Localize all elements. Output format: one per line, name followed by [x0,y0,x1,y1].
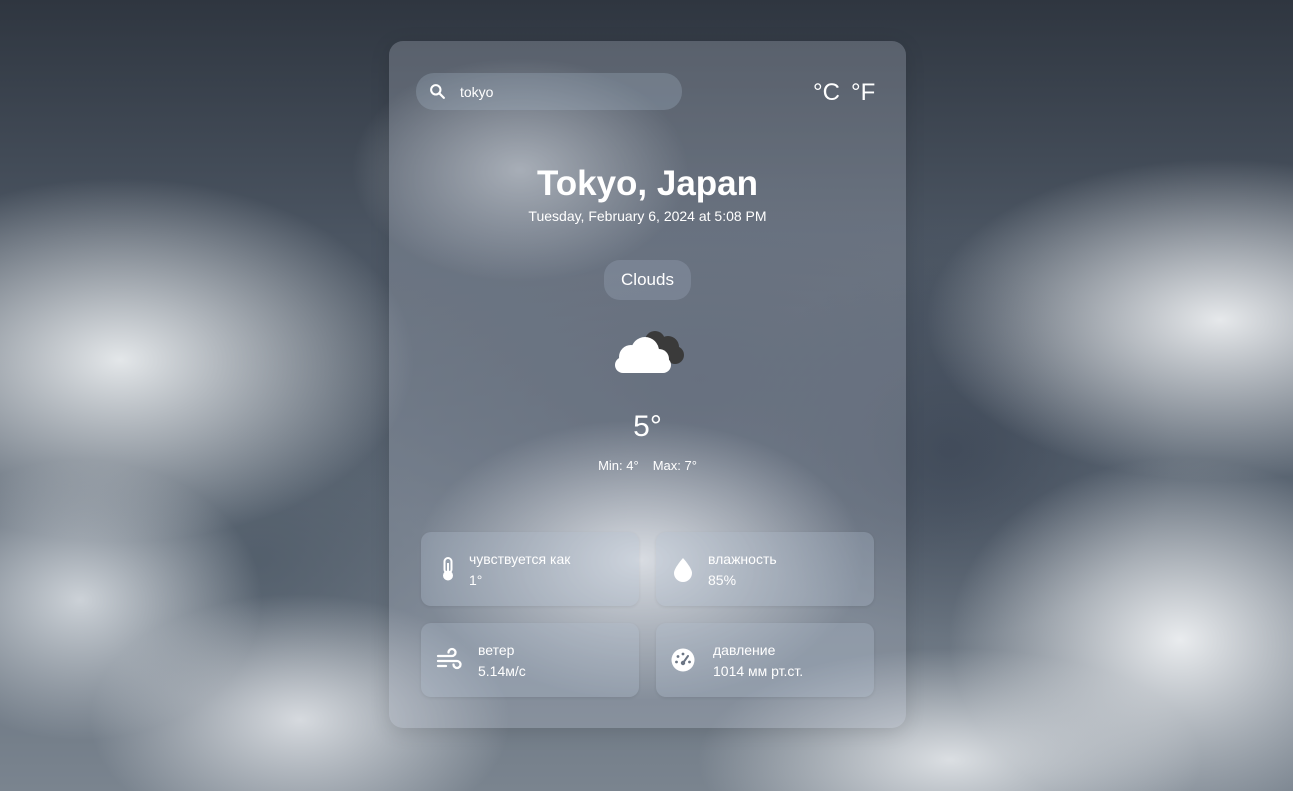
stat-value: 85% [708,572,737,588]
fahrenheit-toggle[interactable]: °F [851,79,875,107]
max-temperature: Max: 7° [652,458,697,473]
stat-label: давление [713,642,776,658]
current-temperature: 5° [633,410,662,443]
stat-humidity: влажность 85% [656,532,874,606]
search-input[interactable] [460,73,670,110]
cloud-icon [615,331,684,373]
min-max-temperature: Min: 4° Max: 7° [389,458,906,473]
droplet-icon [674,558,692,582]
min-temperature: Min: 4° [598,458,639,473]
stat-value: 1° [469,572,483,588]
stat-wind: ветер 5.14м/с [421,623,639,697]
gauge-icon [671,648,695,672]
stat-value: 5.14м/с [478,663,526,679]
date-time: Tuesday, February 6, 2024 at 5:08 PM [528,208,767,224]
celsius-toggle[interactable]: °C [813,79,840,107]
stat-value: 1014 мм рт.ст. [713,663,804,679]
stat-label: ветер [478,642,515,658]
weather-card: °C °F Tokyo, Japan Tuesday, February 6, … [389,41,906,728]
search-icon[interactable] [429,83,446,100]
stat-label: влажность [708,551,777,567]
search-bar[interactable] [416,73,682,110]
city-name: Tokyo, Japan [536,164,759,203]
weather-condition-badge: Clouds [604,260,691,300]
stat-label: чувствуется как [469,551,571,567]
thermometer-icon [443,557,453,581]
stat-pressure: давление 1014 мм рт.ст. [656,623,874,697]
wind-icon [436,647,462,670]
stat-feels-like: чувствуется как 1° [421,532,639,606]
